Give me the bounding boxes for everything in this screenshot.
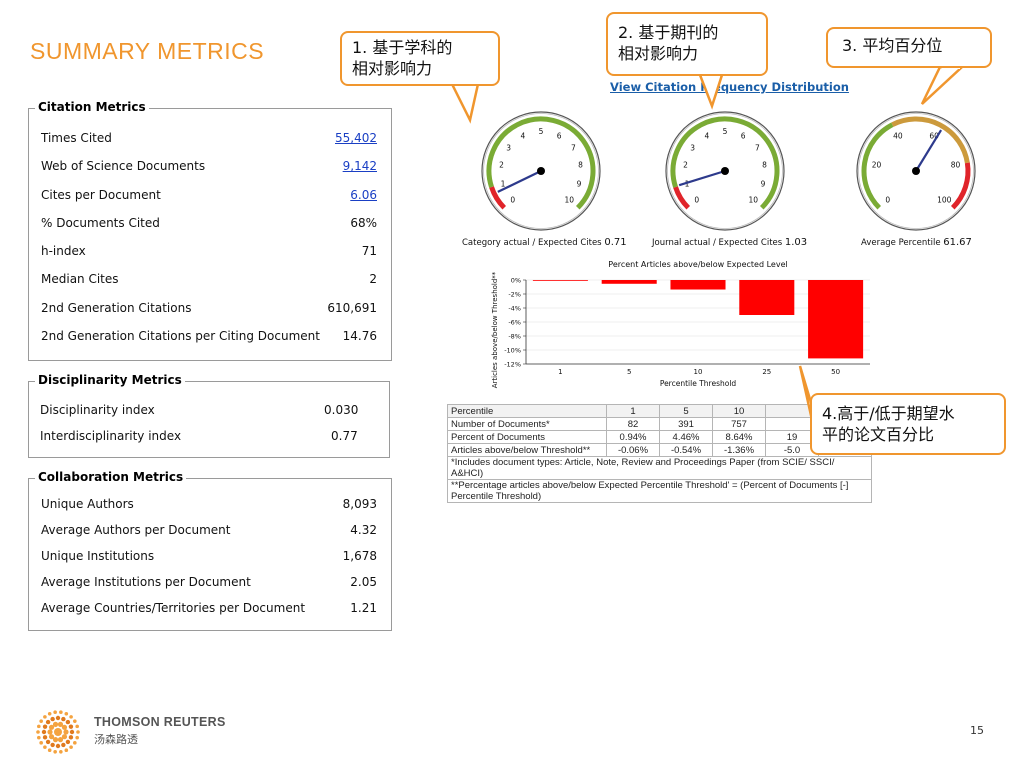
callout-text: 1. 基于学科的: [352, 38, 453, 57]
logo-dot: [64, 712, 69, 716]
callout-average-percentile: 3. 平均百分位: [826, 27, 992, 68]
logo-dot: [68, 724, 74, 729]
logo-dot: [65, 719, 71, 725]
callout-3-pointer: [920, 65, 966, 105]
callout-1-pointer: [449, 82, 480, 124]
callout-percent-above-below: 4.高于/低于期望水 平的论文百分比: [810, 393, 1006, 455]
logo-dot: [36, 730, 40, 734]
brand-name: THOMSON REUTERS: [94, 715, 226, 729]
brand-name-cn: 汤森路透: [94, 733, 138, 746]
logo-dot: [39, 719, 43, 723]
logo-dot: [42, 724, 48, 729]
logo-dot: [53, 749, 57, 754]
logo-dot: [69, 745, 73, 749]
logo-dot: [39, 741, 43, 745]
logo-dot: [75, 735, 79, 740]
logo-dot: [45, 719, 51, 725]
logo-dot: [41, 729, 47, 735]
logo-dot: [61, 716, 66, 722]
logo-center: [54, 728, 62, 736]
logo-dot: [61, 742, 66, 748]
logo-dot: [50, 716, 55, 722]
logo-dot: [65, 739, 71, 745]
logo-dot: [75, 724, 79, 729]
logo-dot: [57, 737, 64, 743]
logo-dot: [43, 745, 47, 749]
callout-text: 平的论文百分比: [822, 425, 935, 444]
logo-dot: [68, 735, 74, 740]
callout-arrows: [449, 65, 966, 421]
logo-dot: [69, 729, 75, 735]
logo-dot: [53, 710, 57, 715]
logo-dot: [47, 748, 52, 752]
logo-dot: [37, 735, 41, 740]
logo-dot: [48, 734, 55, 740]
logo-dot: [42, 735, 48, 740]
callout-text: 相对影响力: [352, 59, 433, 78]
callout-text: 3. 平均百分位: [842, 36, 943, 55]
logo-dot: [50, 742, 55, 748]
callout-category-relative-impact: 1. 基于学科的 相对影响力: [340, 31, 500, 86]
callout-journal-relative-impact: 2. 基于期刊的 相对影响力: [606, 12, 768, 76]
logo-dot: [63, 729, 69, 735]
logo-dot: [59, 749, 63, 754]
callout-text: 相对影响力: [618, 44, 699, 63]
logo-dot: [73, 719, 77, 723]
logo-dot: [59, 710, 63, 715]
callout-text: 4.高于/低于期望水: [822, 404, 955, 423]
logo-dot: [45, 739, 51, 745]
logo-dot: [64, 748, 69, 752]
logo-dot: [37, 724, 41, 729]
logo-dot: [69, 715, 73, 719]
logo-dot: [47, 712, 52, 716]
logo-dot: [76, 730, 80, 734]
logo-dot: [47, 729, 53, 735]
page-number: 15: [970, 724, 984, 737]
logo-dot: [55, 743, 61, 749]
logo-dot: [73, 741, 77, 745]
logo-dot: [43, 715, 47, 719]
logo-dot: [55, 715, 61, 721]
logo-dot: [61, 724, 68, 730]
callout-2-pointer: [698, 73, 724, 110]
thomson-reuters-logo-icon: [36, 710, 80, 754]
logo-dot: [52, 721, 59, 727]
callout-text: 2. 基于期刊的: [618, 23, 719, 42]
